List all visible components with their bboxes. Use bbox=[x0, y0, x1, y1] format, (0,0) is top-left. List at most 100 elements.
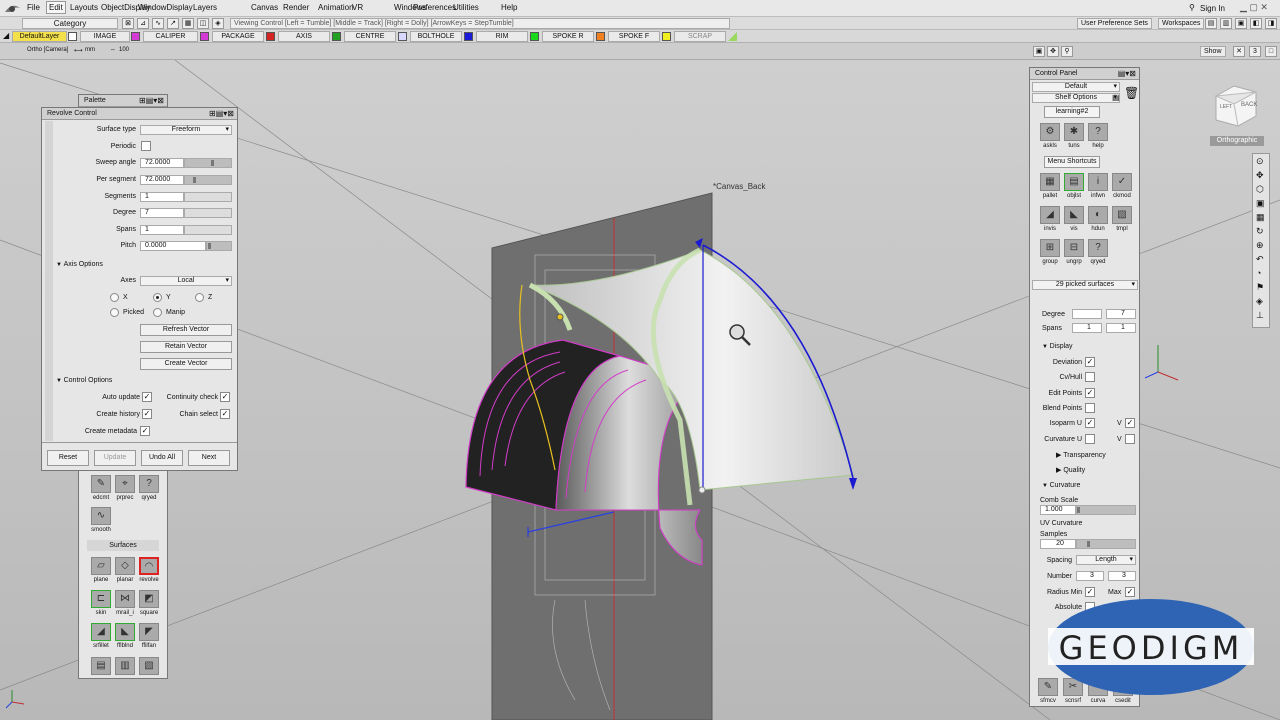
layer-image[interactable]: IMAGE bbox=[80, 31, 130, 42]
workspace-icon-1[interactable]: ▤ bbox=[1205, 18, 1217, 29]
per-segment-field[interactable]: 72.0000 bbox=[140, 175, 184, 185]
menu-render[interactable]: Animation bbox=[318, 3, 354, 12]
spans-field[interactable]: 1 bbox=[140, 225, 184, 235]
curvature-section[interactable]: Curvature bbox=[1042, 482, 1081, 489]
workspace-icon-2[interactable]: ▥ bbox=[1220, 18, 1232, 29]
layer-defaultlayer[interactable]: DefaultLayer bbox=[12, 31, 67, 42]
menu-canvas[interactable]: Render bbox=[283, 3, 309, 12]
edit-points-checkbox[interactable]: ✓ bbox=[1085, 388, 1095, 398]
layer-swatch[interactable] bbox=[728, 32, 737, 41]
create-history-checkbox[interactable]: ✓ bbox=[142, 409, 152, 419]
objlst-icon[interactable]: ▤ bbox=[1064, 173, 1084, 191]
close-x-icon[interactable]: ⊠ bbox=[122, 18, 134, 29]
snap-arrow-icon[interactable]: ↗ bbox=[167, 18, 179, 29]
snap-wave-icon[interactable]: ∿ bbox=[152, 18, 164, 29]
layer-swatch[interactable] bbox=[596, 32, 605, 41]
nav-undo-view-icon[interactable]: ↶ bbox=[1256, 254, 1264, 265]
menu-utilities[interactable]: Help bbox=[501, 3, 517, 12]
revolve-icon[interactable]: ◠ bbox=[139, 557, 159, 575]
transparency-section[interactable]: ▶ Transparency bbox=[1056, 451, 1106, 459]
ckmod-icon[interactable]: ✓ bbox=[1112, 173, 1132, 191]
layer-menu-icon[interactable]: ◢ bbox=[3, 31, 9, 40]
isoparm-u-checkbox[interactable]: ✓ bbox=[1085, 418, 1095, 428]
undo-all-button[interactable]: Undo All bbox=[141, 450, 183, 466]
segments-field[interactable]: 1 bbox=[140, 192, 184, 202]
isoparm-v-checkbox[interactable]: ✓ bbox=[1125, 418, 1135, 428]
ffilfan-icon[interactable]: ◤ bbox=[139, 623, 159, 641]
spans-u-field[interactable]: 1 bbox=[1072, 323, 1102, 333]
axis-x-radio[interactable] bbox=[110, 293, 119, 302]
comb-scale-slider[interactable] bbox=[1076, 505, 1136, 515]
auto-update-checkbox[interactable]: ✓ bbox=[142, 392, 152, 402]
vis-icon[interactable]: ◣ bbox=[1064, 206, 1084, 224]
nav-pan-icon[interactable]: ✥ bbox=[1256, 170, 1264, 181]
manip-radio[interactable] bbox=[153, 308, 162, 317]
qryed-icon[interactable]: ? bbox=[139, 475, 159, 493]
search-icon[interactable]: ⚲ bbox=[1189, 3, 1195, 12]
nav-walk-icon[interactable]: ⊕ bbox=[1256, 240, 1264, 251]
menu-objectdisplay[interactable]: WindowDisplay bbox=[138, 3, 193, 12]
help-icon[interactable]: ? bbox=[1088, 123, 1108, 141]
continuity-check-checkbox[interactable]: ✓ bbox=[220, 392, 230, 402]
spans-v-field[interactable]: 1 bbox=[1106, 323, 1136, 333]
group-icon[interactable]: ⊞ bbox=[1040, 239, 1060, 257]
layer-caliper[interactable]: CALIPER bbox=[143, 31, 198, 42]
control-options-section[interactable]: Control Options bbox=[56, 377, 113, 384]
snap-point-icon[interactable]: ◈ bbox=[212, 18, 224, 29]
chain-select-checkbox[interactable]: ✓ bbox=[220, 409, 230, 419]
askls-icon[interactable]: ⚙ bbox=[1040, 123, 1060, 141]
retain-vector-button[interactable]: Retain Vector bbox=[140, 341, 232, 353]
shelf-list-icon[interactable]: ▤ bbox=[1112, 93, 1120, 102]
degree-field[interactable]: 7 bbox=[140, 208, 184, 218]
show-button[interactable]: Show bbox=[1200, 46, 1226, 57]
degree-u-field[interactable] bbox=[1072, 309, 1102, 319]
layer-axis[interactable]: AXIS bbox=[278, 31, 330, 42]
layer-swatch[interactable] bbox=[662, 32, 671, 41]
layer-swatch[interactable] bbox=[530, 32, 539, 41]
snap-box-icon[interactable]: ◫ bbox=[197, 18, 209, 29]
next-button[interactable]: Next bbox=[188, 450, 230, 466]
spacing-dropdown[interactable]: Length bbox=[1076, 555, 1136, 565]
layer-spoke-r[interactable]: SPOKE R bbox=[542, 31, 594, 42]
menu-layers[interactable]: Canvas bbox=[251, 3, 278, 12]
tool-icon-c[interactable]: ▧ bbox=[139, 657, 159, 675]
max-checkbox[interactable]: ✓ bbox=[1125, 587, 1135, 597]
shelf-options-dropdown[interactable]: Shelf Options bbox=[1032, 93, 1120, 103]
tmpl-icon[interactable]: ▧ bbox=[1112, 206, 1132, 224]
axis-options-section[interactable]: Axis Options bbox=[56, 261, 103, 268]
pitch-field[interactable]: 0.0000 bbox=[140, 241, 206, 251]
number-u-field[interactable]: 3 bbox=[1076, 571, 1104, 581]
layer-centre[interactable]: CENTRE bbox=[344, 31, 396, 42]
category-dropdown[interactable]: Category bbox=[22, 18, 118, 29]
menu-animation[interactable]: VR bbox=[352, 3, 363, 12]
nav-tag-icon[interactable]: ◈ bbox=[1256, 296, 1263, 307]
sweep-angle-slider[interactable] bbox=[184, 158, 232, 168]
preset-dropdown[interactable]: Default bbox=[1032, 82, 1120, 92]
workspace-icon-4[interactable]: ◧ bbox=[1250, 18, 1262, 29]
picked-radio[interactable] bbox=[110, 308, 119, 317]
user-preference-sets-button[interactable]: User Preference Sets bbox=[1077, 18, 1152, 29]
nav-frame-icon[interactable]: ▣ bbox=[1256, 198, 1265, 209]
ungrp-icon[interactable]: ⊟ bbox=[1064, 239, 1084, 257]
qryed-shortcut-icon[interactable]: ? bbox=[1088, 239, 1108, 257]
cube-back-face[interactable]: BACK bbox=[1241, 102, 1257, 108]
menu-delete[interactable]: Layouts bbox=[70, 3, 98, 12]
picked-surfaces-dropdown[interactable]: 29 picked surfaces bbox=[1032, 280, 1138, 290]
layer-swatch[interactable] bbox=[464, 32, 473, 41]
nav-zoom-icon[interactable]: ⊙ bbox=[1256, 156, 1264, 167]
projection-label[interactable]: Orthographic bbox=[1210, 136, 1264, 146]
workspace-icon-5[interactable]: ◨ bbox=[1265, 18, 1277, 29]
cube-left-face[interactable]: LEFT bbox=[1220, 104, 1232, 110]
per-segment-slider[interactable] bbox=[184, 175, 232, 185]
menu-shortcuts-tab[interactable]: Menu Shortcuts bbox=[1044, 156, 1100, 168]
nav-grid-icon[interactable]: ▦ bbox=[1256, 212, 1265, 223]
surface-type-dropdown[interactable]: Freeform bbox=[140, 125, 232, 135]
create-vector-button[interactable]: Create Vector bbox=[140, 358, 232, 370]
layer-spoke-f[interactable]: SPOKE F bbox=[608, 31, 660, 42]
fflblnd-icon[interactable]: ◣ bbox=[115, 623, 135, 641]
layer-swatch[interactable] bbox=[68, 32, 77, 41]
update-button[interactable]: Update bbox=[94, 450, 136, 466]
layer-swatch[interactable] bbox=[332, 32, 341, 41]
display-section[interactable]: Display bbox=[1042, 343, 1073, 350]
segments-slider[interactable] bbox=[184, 192, 232, 202]
